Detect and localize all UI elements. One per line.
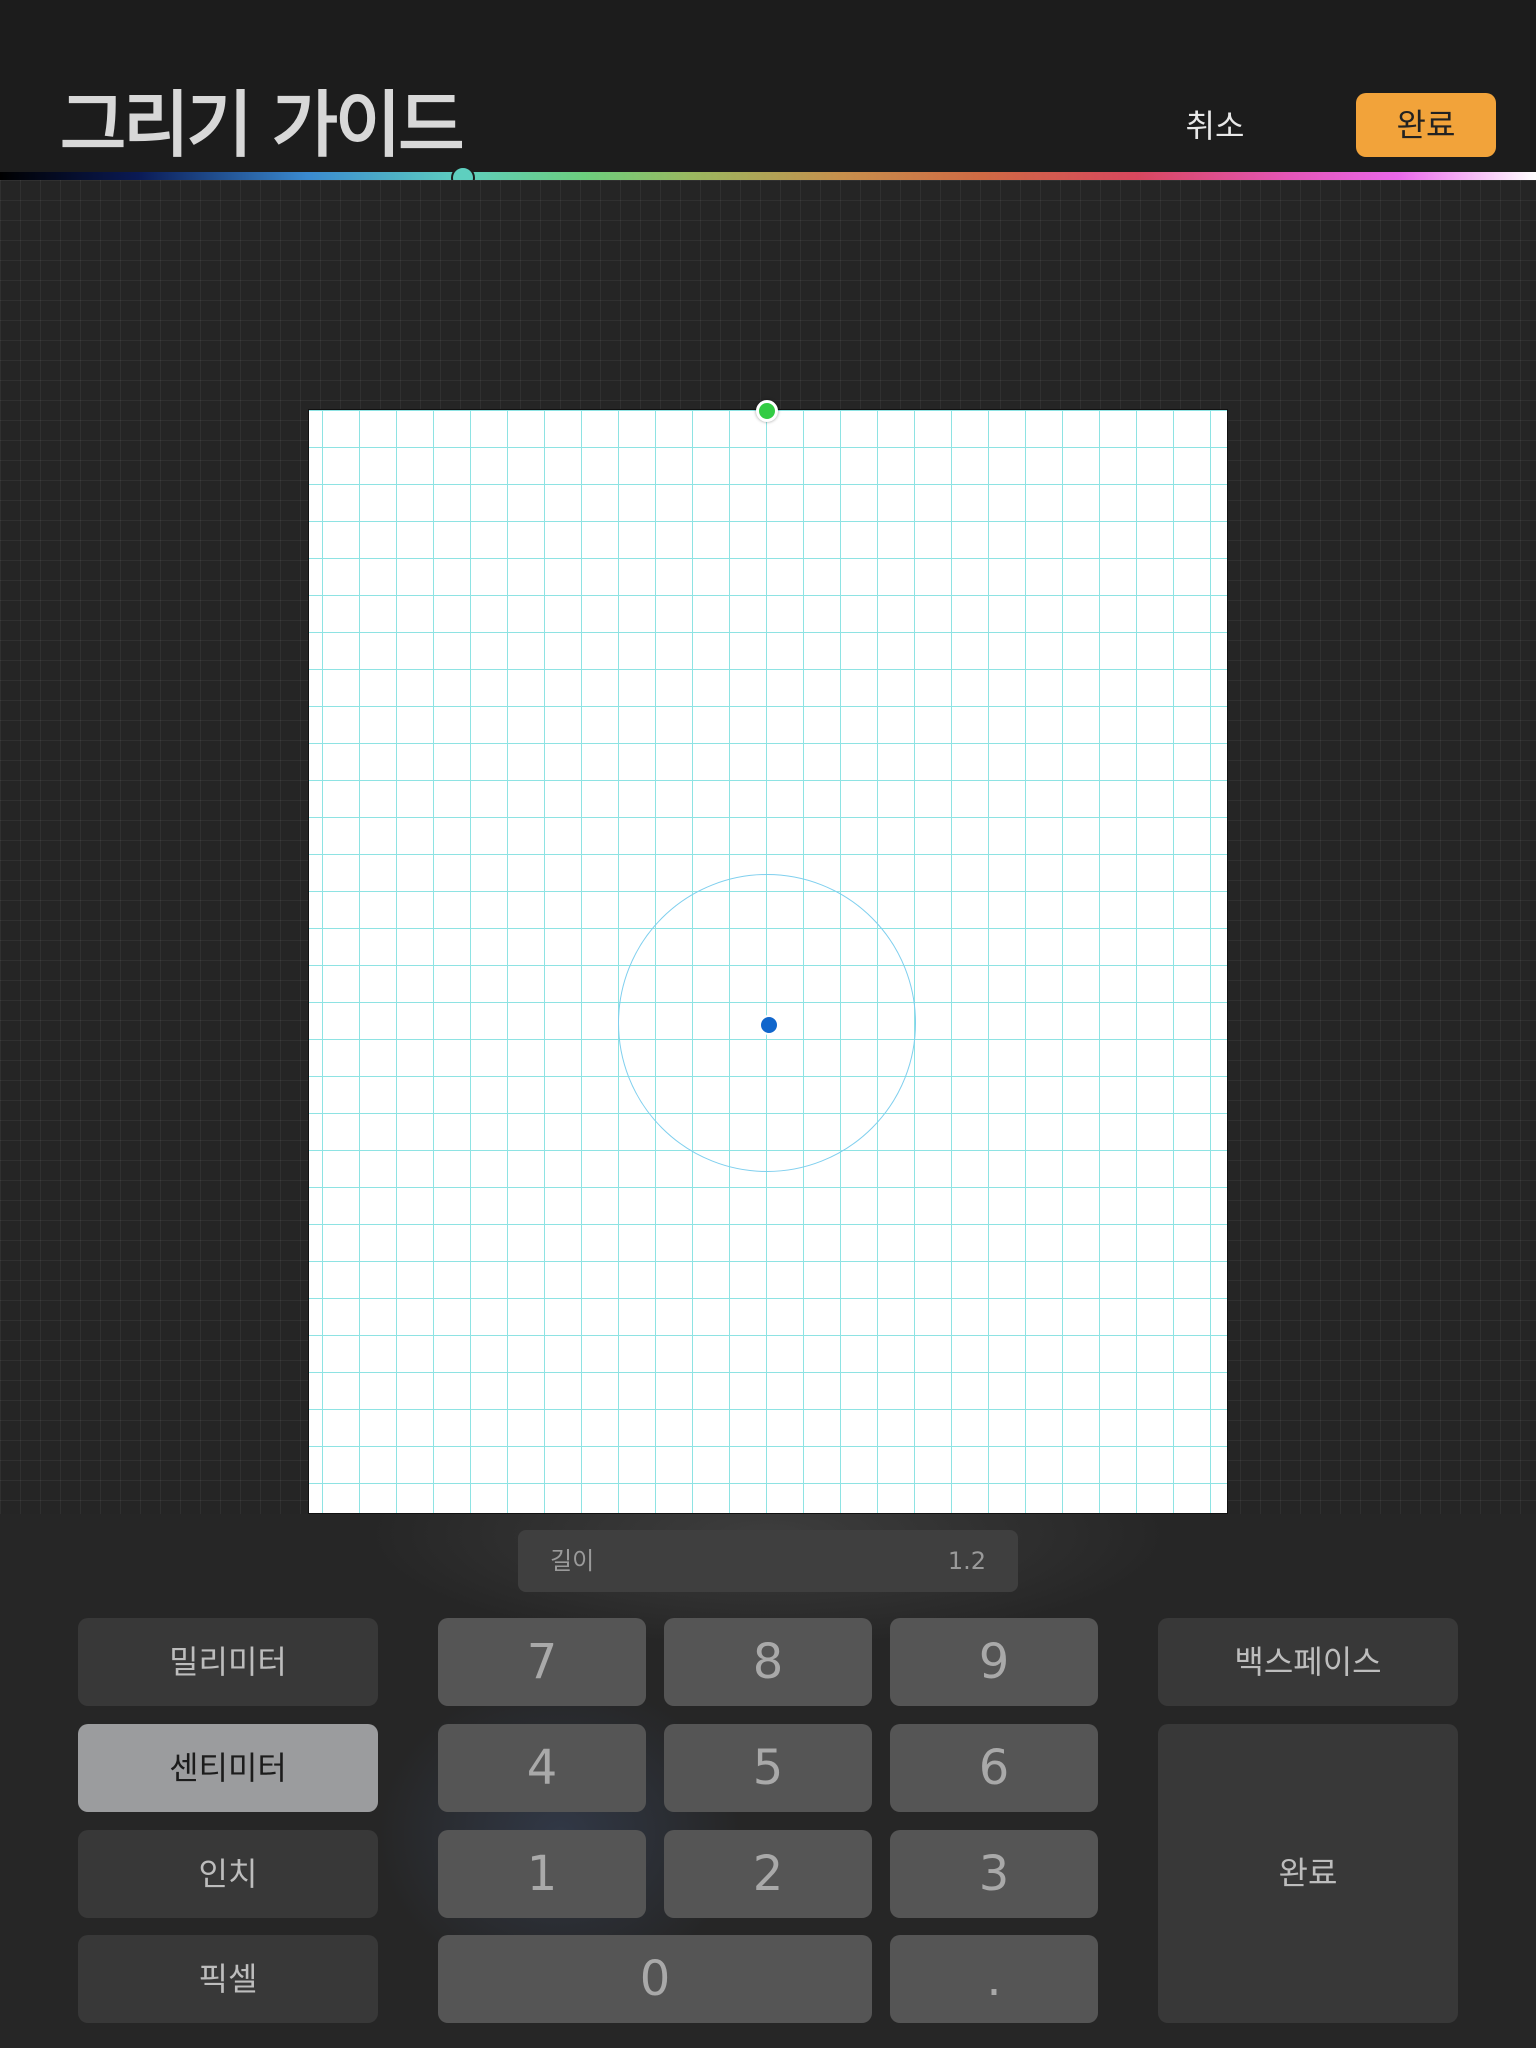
backspace-button[interactable]: 백스페이스 [1158,1618,1458,1706]
key-7[interactable]: 7 [438,1618,646,1706]
key-4[interactable]: 4 [438,1724,646,1812]
keypad-done-button[interactable]: 완료 [1158,1724,1458,2023]
length-field[interactable]: 길이 1.2 [518,1530,1018,1592]
center-handle[interactable] [759,1015,779,1035]
unit-pixel-button[interactable]: 픽셀 [78,1935,378,2023]
unit-millimeter-button[interactable]: 밀리미터 [78,1618,378,1706]
unit-centimeter-button[interactable]: 센티미터 [78,1724,378,1812]
key-3[interactable]: 3 [890,1830,1098,1918]
key-9[interactable]: 9 [890,1618,1098,1706]
key-5[interactable]: 5 [664,1724,872,1812]
key-2[interactable]: 2 [664,1830,872,1918]
key-8[interactable]: 8 [664,1618,872,1706]
length-value: 1.2 [947,1547,986,1575]
key-6[interactable]: 6 [890,1724,1098,1812]
color-hue-slider[interactable] [0,172,1536,180]
key-0[interactable]: 0 [438,1935,872,2023]
cancel-button[interactable]: 취소 [1160,100,1270,152]
unit-inch-button[interactable]: 인치 [78,1830,378,1918]
key-1[interactable]: 1 [438,1830,646,1918]
rotation-handle[interactable] [756,400,778,422]
done-button[interactable]: 완료 [1356,93,1496,157]
length-label: 길이 [550,1547,595,1575]
key-decimal[interactable]: . [890,1935,1098,2023]
numeric-keypad-panel: 길이 1.2 밀리미터 센티미터 인치 픽셀 7 8 9 4 5 6 1 2 3… [0,1514,1536,2048]
top-bar: 그리기 가이드 취소 완료 [0,0,1536,176]
page-title: 그리기 가이드 [60,83,465,167]
drawing-canvas[interactable] [308,409,1228,1514]
